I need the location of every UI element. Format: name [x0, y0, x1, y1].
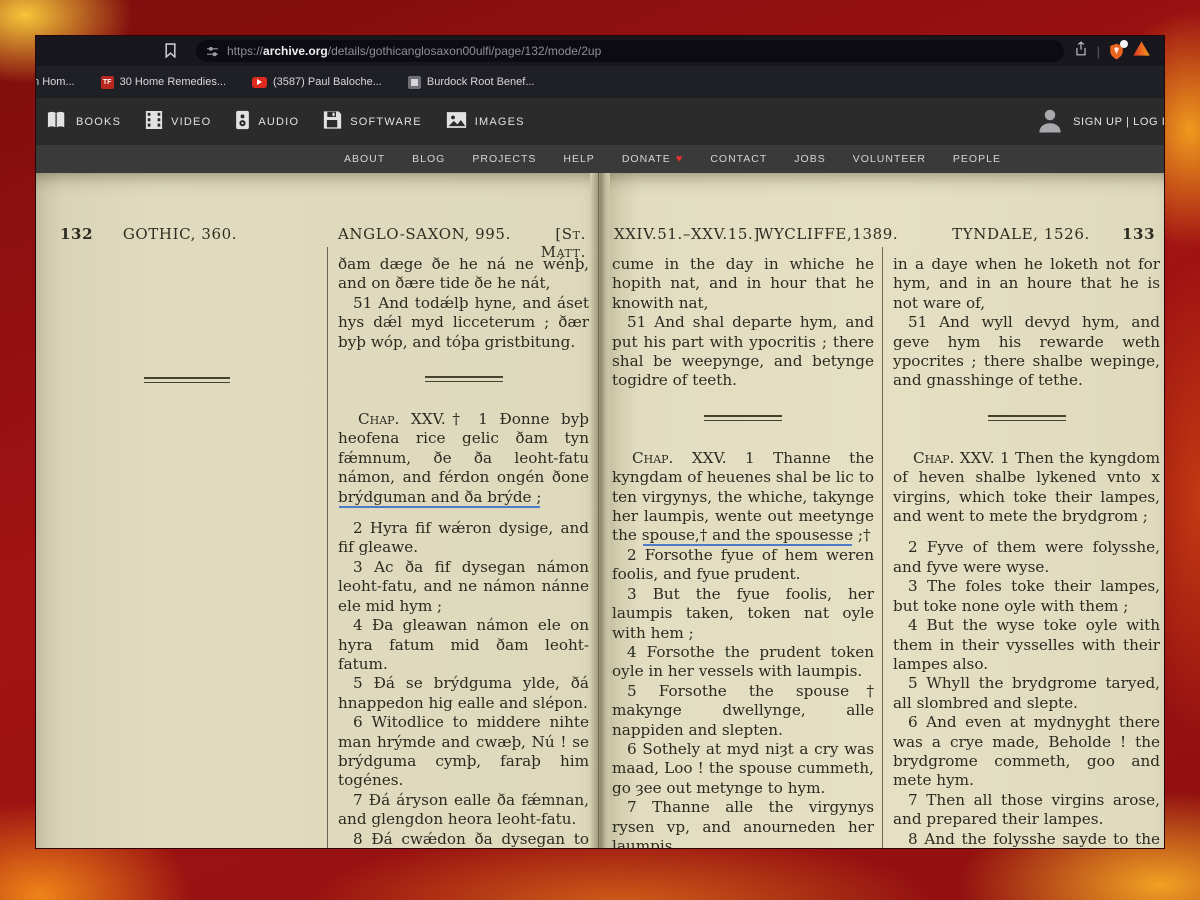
- verse-paragraph: 4 But the wyse toke oyle with them in th…: [893, 616, 1160, 674]
- section-divider: [425, 376, 503, 382]
- verse-paragraph: 2 Hyra fif wǽron dysige, and fif gleawe.: [338, 519, 589, 558]
- nav-books[interactable]: BOOKS: [46, 110, 121, 133]
- tyndale-column-header: TYNDALE, 1526.: [948, 225, 1094, 243]
- anglo-saxon-text-column: ðam dæge ðe he ná ne wénþ, and on ðære t…: [338, 255, 589, 848]
- tf-favicon: TF: [101, 76, 114, 89]
- tyndale-text-column: in a daye when he loketh not for hym, an…: [893, 255, 1160, 848]
- desktop-frame: https://archive.org/details/gothicanglos…: [0, 0, 1200, 900]
- subnav-projects[interactable]: PROJECTS: [472, 153, 536, 165]
- bookmark-item[interactable]: (3587) Paul Baloche...: [252, 76, 382, 88]
- pen-underline: brýdguman and ða brýde ;: [338, 488, 541, 506]
- verse-paragraph: 8 Ðá cwǽdon ða dysegan to ðam wisum, Syl…: [338, 830, 589, 848]
- subnav-donate[interactable]: DONATE♥: [622, 153, 684, 165]
- youtube-favicon: [252, 77, 267, 88]
- gothic-column-header: GOTHIC, 360.: [94, 225, 266, 243]
- site-settings-icon[interactable]: [206, 45, 219, 58]
- section-reference: XXIV.51.–XXV.15.]: [614, 225, 760, 243]
- verse-paragraph: 2 Forsothe fyue of hem weren foolis, and…: [612, 546, 874, 585]
- column-rule: [882, 247, 883, 848]
- verse-paragraph: 6 Sothely at myd niȝt a cry was maad, Lo…: [612, 740, 874, 798]
- verse-paragraph: in a daye when he loketh not for hym, an…: [893, 255, 1160, 313]
- bookmarks-bar: m Hom... TF 30 Home Remedies... (3587) P…: [36, 66, 1164, 98]
- verse-paragraph: 4 Forsothe the prudent token oyle in her…: [612, 643, 874, 682]
- nav-images[interactable]: IMAGES: [446, 111, 525, 132]
- chapter-paragraph: Chap. XXV.† 1 Ðonne byþ heofena rice gel…: [338, 410, 589, 507]
- floppy-icon: [323, 110, 342, 133]
- address-bar[interactable]: https://archive.org/details/gothicanglos…: [196, 40, 1064, 62]
- verse-paragraph: 8 And the folysshe sayde to the wyse, Ge…: [893, 830, 1160, 848]
- verse-paragraph: 3 Ac ða fif dysegan námon leoht-fatu, an…: [338, 558, 589, 616]
- verse-paragraph: 51 And shal departe hym, and put his par…: [612, 313, 874, 391]
- subnav-volunteer[interactable]: VOLUNTEER: [853, 153, 926, 165]
- section-divider: [144, 377, 230, 383]
- anglo-saxon-column-header: ANGLO-SAXON, 995.: [338, 225, 511, 243]
- nav-audio[interactable]: AUDIO: [235, 110, 299, 133]
- subnav-help[interactable]: HELP: [563, 153, 594, 165]
- verse-paragraph: 51 And wyll devyd hym, and geve hym his …: [893, 313, 1160, 391]
- bookmark-item[interactable]: Burdock Root Benef...: [408, 76, 535, 89]
- verse-paragraph: 6 Witodlice to middere nihte man hrýmde …: [338, 713, 589, 791]
- bookmark-item[interactable]: TF 30 Home Remedies...: [101, 76, 226, 89]
- book-gutter: [590, 173, 610, 848]
- subnav-jobs[interactable]: JOBS: [794, 153, 825, 165]
- heart-icon: ♥: [676, 153, 684, 165]
- toolbar-separator: |: [1097, 44, 1100, 59]
- toolbar-actions: |: [1074, 36, 1150, 66]
- verse-paragraph: 4 Ða gleawan námon ele on hyra fatum mid…: [338, 616, 589, 674]
- chapter-paragraph: Chap. XXV. 1 Thanne the kyngdam of heuen…: [612, 449, 874, 546]
- avatar-icon: [1035, 105, 1065, 138]
- auth-links[interactable]: SIGN UP | LOG IN: [1035, 98, 1164, 145]
- shield-badge: [1120, 40, 1128, 48]
- page-number-right: 133: [1122, 225, 1155, 243]
- subnav-contact[interactable]: CONTACT: [710, 153, 767, 165]
- verse-paragraph: 51 And todǽlþ hyne, and áset hys dǽl myd…: [338, 294, 589, 352]
- wycliffe-column-header: WYCLIFFE,1389.: [758, 225, 898, 243]
- url-text: https://archive.org/details/gothicanglos…: [227, 44, 601, 58]
- subnav-blog[interactable]: BLOG: [412, 153, 445, 165]
- verse-paragraph: 3 The foles toke their lampes, but toke …: [893, 577, 1160, 616]
- verse-paragraph: ðam dæge ðe he ná ne wénþ, and on ðære t…: [338, 255, 589, 294]
- browser-toolbar: https://archive.org/details/gothicanglos…: [36, 36, 1164, 66]
- verse-paragraph: 2 Fyve of them were folysshe, and fyve w…: [893, 538, 1160, 577]
- nav-video[interactable]: VIDEO: [145, 110, 211, 133]
- verse-paragraph: cume in the day in whiche he hopith nat,…: [612, 255, 874, 313]
- verse-paragraph: 6 And even at mydnyght there was a crye …: [893, 713, 1160, 791]
- archive-header: BOOKS VIDEO AUDIO SOFTWARE: [36, 98, 1164, 145]
- bookmark-icon[interactable]: [164, 43, 177, 63]
- wycliffe-text-column: cume in the day in whiche he hopith nat,…: [612, 255, 874, 848]
- page-favicon: [408, 76, 421, 89]
- section-divider: [704, 415, 782, 421]
- section-divider: [988, 415, 1066, 421]
- verse-paragraph: 7 Ðá áryson ealle ða fǽmnan, and glengdo…: [338, 791, 589, 830]
- verse-paragraph: 7 Then all those virgins arose, and prep…: [893, 791, 1160, 830]
- warning-triangle-icon[interactable]: [1133, 41, 1150, 61]
- verse-paragraph: 7 Thanne alle the virgynys rysen vp, and…: [612, 798, 874, 848]
- subnav-about[interactable]: ABOUT: [344, 153, 385, 165]
- verse-paragraph: 5 Whyll the brydgrome taryed, all slombr…: [893, 674, 1160, 713]
- archive-subnav: ABOUT BLOG PROJECTS HELP DONATE♥ CONTACT…: [36, 145, 1164, 173]
- speaker-icon: [235, 110, 250, 133]
- verse-paragraph: 5 Ðá se brýdguma ylde, ðá hnappedon hig …: [338, 674, 589, 713]
- brave-shield-icon[interactable]: [1109, 43, 1124, 60]
- subnav-people[interactable]: PEOPLE: [953, 153, 1001, 165]
- browser-window: https://archive.org/details/gothicanglos…: [36, 36, 1164, 848]
- bookmark-item[interactable]: m Hom...: [36, 76, 75, 88]
- images-icon: [446, 111, 467, 132]
- column-rule: [327, 247, 328, 848]
- chapter-paragraph: Chap. XXV. 1 Then the kyngdom of heven s…: [893, 449, 1160, 527]
- books-icon: [46, 110, 68, 133]
- nav-software[interactable]: SOFTWARE: [323, 110, 422, 133]
- verse-paragraph: 3 But the fyue foolis, her laumpis taken…: [612, 585, 874, 643]
- page-number-left: 132: [60, 225, 93, 243]
- gothic-text-column: [52, 255, 322, 848]
- book-viewer[interactable]: 132 GOTHIC, 360. ANGLO-SAXON, 995. [St. …: [36, 173, 1164, 848]
- share-icon[interactable]: [1074, 41, 1088, 61]
- film-icon: [145, 110, 163, 133]
- verse-paragraph: 5 Forsothe the spouse† makynge dwellynge…: [612, 682, 874, 740]
- pen-underline: spouse,† and the spousesse: [642, 526, 853, 544]
